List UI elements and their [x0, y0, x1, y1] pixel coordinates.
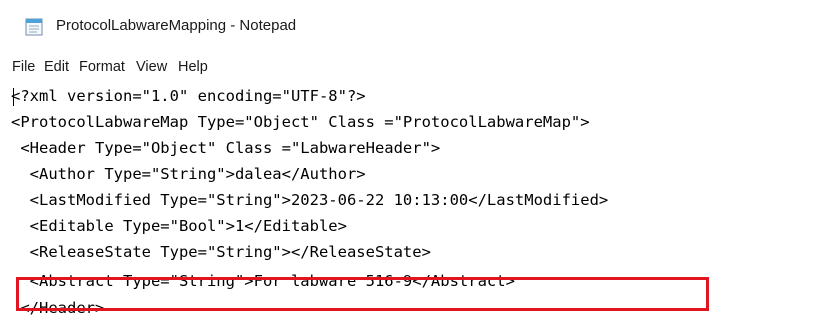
menu-bar: File Edit Format View Help: [0, 56, 821, 80]
editor-line-4: <Author Type="String">dalea</Author>: [11, 165, 366, 183]
title-bar: ProtocolLabwareMapping - Notepad: [0, 0, 821, 52]
menu-format[interactable]: Format: [79, 59, 125, 75]
notepad-icon: [25, 18, 43, 36]
editor-line-6: <Editable Type="Bool">1</Editable>: [11, 217, 347, 235]
editor-line-2: <ProtocolLabwareMap Type="Object" Class …: [11, 113, 590, 131]
menu-edit[interactable]: Edit: [44, 59, 69, 75]
menu-view[interactable]: View: [136, 59, 167, 75]
menu-help[interactable]: Help: [178, 59, 208, 75]
notepad-window: ProtocolLabwareMapping - Notepad File Ed…: [0, 0, 821, 331]
editor-line-3: <Header Type="Object" Class ="LabwareHea…: [11, 139, 441, 157]
menu-file[interactable]: File: [12, 59, 35, 75]
editor-line-5: <LastModified Type="String">2023-06-22 1…: [11, 191, 609, 209]
window-title: ProtocolLabwareMapping - Notepad: [56, 17, 297, 34]
red-highlight-box: [16, 277, 709, 311]
editor-line-7: <ReleaseState Type="String"></ReleaseSta…: [11, 243, 431, 261]
editor-line-1: <?xml version="1.0" encoding="UTF-8"?>: [11, 87, 366, 105]
